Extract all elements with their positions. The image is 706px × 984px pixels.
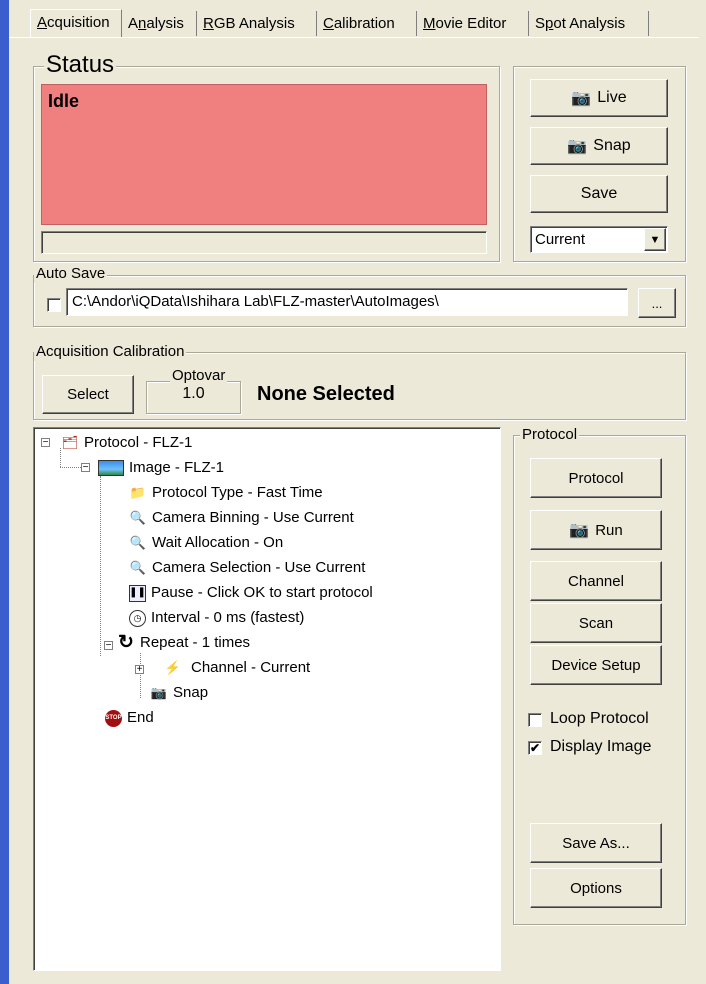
select-calibration-button[interactable]: Select bbox=[42, 375, 134, 414]
status-display: Idle bbox=[41, 84, 487, 225]
collapse-toggle[interactable]: − bbox=[81, 463, 90, 473]
tree-node-repeat[interactable]: ↻ Repeat - 1 times bbox=[117, 632, 250, 654]
run-button[interactable]: 📷 Run bbox=[530, 510, 662, 550]
folder-icon: 📁 bbox=[129, 485, 147, 500]
expand-toggle[interactable]: + bbox=[135, 665, 144, 675]
save-source-value: Current bbox=[535, 231, 586, 248]
snap-button[interactable]: 📷 Snap bbox=[530, 127, 668, 165]
autosave-path-input[interactable]: C:\Andor\iQData\Ishihara Lab\FLZ-master\… bbox=[66, 288, 628, 316]
chevron-down-icon[interactable]: ▼ bbox=[644, 228, 666, 251]
camera-icon: 📷 bbox=[571, 90, 592, 107]
magnifier-icon: 🔍 bbox=[129, 510, 147, 525]
protocol-tree[interactable]: − − − + 🗂 Protocol - FLZ-1 Image - FLZ-1 … bbox=[33, 427, 501, 971]
tree-node-end[interactable]: STOP End bbox=[105, 707, 154, 729]
lightning-icon: ⚡ bbox=[164, 660, 182, 675]
camera-icon: 📷 bbox=[150, 685, 168, 700]
stop-icon: STOP bbox=[105, 709, 122, 727]
tab-rgb-analysis[interactable]: RGB Analysis bbox=[197, 11, 317, 36]
tree-node-channel[interactable]: ⚡ Channel - Current bbox=[164, 657, 310, 679]
channel-button[interactable]: Channel bbox=[530, 561, 662, 601]
tree-node-camera-selection[interactable]: 🔍 Camera Selection - Use Current bbox=[129, 557, 366, 579]
protocol-icon: 🗂 bbox=[61, 435, 79, 450]
device-setup-button[interactable]: Device Setup bbox=[530, 645, 662, 685]
tab-acquisition[interactable]: Acquisition bbox=[30, 9, 122, 38]
protocol-button[interactable]: Protocol bbox=[530, 458, 662, 498]
tab-spot-analysis[interactable]: Spot Analysis bbox=[529, 11, 649, 36]
status-progress-bar bbox=[41, 231, 487, 254]
save-button[interactable]: Save bbox=[530, 175, 668, 213]
tab-analysis[interactable]: Analysis bbox=[122, 11, 197, 36]
magnifier-icon: 🔍 bbox=[129, 560, 147, 575]
loop-protocol-label: Loop Protocol bbox=[550, 710, 649, 727]
camera-icon: 📷 bbox=[567, 138, 588, 155]
pause-icon: ❚❚ bbox=[129, 584, 146, 602]
repeat-icon: ↻ bbox=[118, 632, 134, 653]
calibration-selected-text: None Selected bbox=[257, 383, 395, 405]
tab-movie-editor[interactable]: Movie Editor bbox=[417, 11, 529, 36]
tree-node-camera-binning[interactable]: 🔍 Camera Binning - Use Current bbox=[129, 507, 354, 529]
optovar-value: 1.0 bbox=[182, 385, 205, 402]
autosave-checkbox[interactable] bbox=[47, 298, 61, 312]
window-left-border bbox=[0, 0, 9, 984]
loop-protocol-checkbox[interactable] bbox=[528, 713, 542, 727]
camera-icon: 📷 bbox=[569, 522, 590, 539]
display-image-checkbox[interactable]: ✔ bbox=[528, 741, 542, 755]
clock-icon: ◷ bbox=[129, 609, 146, 627]
tree-node-pause[interactable]: ❚❚ Pause - Click OK to start protocol bbox=[129, 582, 373, 604]
magnifier-icon: 🔍 bbox=[129, 535, 147, 550]
tab-divider bbox=[9, 37, 699, 38]
protocol-legend: Protocol bbox=[520, 426, 580, 444]
collapse-toggle[interactable]: − bbox=[104, 641, 113, 651]
options-button[interactable]: Options bbox=[530, 868, 662, 908]
tree-node-image[interactable]: Image - FLZ-1 bbox=[98, 457, 224, 479]
browse-button[interactable]: ... bbox=[638, 288, 676, 318]
image-icon bbox=[98, 460, 124, 476]
live-button[interactable]: 📷 Live bbox=[530, 79, 668, 117]
tree-node-interval[interactable]: ◷ Interval - 0 ms (fastest) bbox=[129, 607, 304, 629]
tree-node-wait-allocation[interactable]: 🔍 Wait Allocation - On bbox=[129, 532, 283, 554]
scan-button[interactable]: Scan bbox=[530, 603, 662, 643]
save-as-button[interactable]: Save As... bbox=[530, 823, 662, 863]
status-legend: Status bbox=[44, 51, 117, 78]
tab-calibration[interactable]: Calibration bbox=[317, 11, 417, 36]
tree-node-protocol-type[interactable]: 📁 Protocol Type - Fast Time bbox=[129, 482, 323, 504]
optovar-label: Optovar bbox=[170, 367, 228, 384]
collapse-toggle[interactable]: − bbox=[41, 438, 50, 448]
tree-node-protocol[interactable]: 🗂 Protocol - FLZ-1 bbox=[61, 432, 193, 454]
autosave-legend: Auto Save bbox=[34, 265, 108, 283]
tree-node-snap[interactable]: 📷 Snap bbox=[150, 682, 208, 704]
status-text: Idle bbox=[48, 91, 80, 111]
display-image-label: Display Image bbox=[550, 738, 652, 755]
save-source-select[interactable]: Current ▼ bbox=[530, 226, 668, 253]
calibration-legend: Acquisition Calibration bbox=[34, 343, 187, 361]
